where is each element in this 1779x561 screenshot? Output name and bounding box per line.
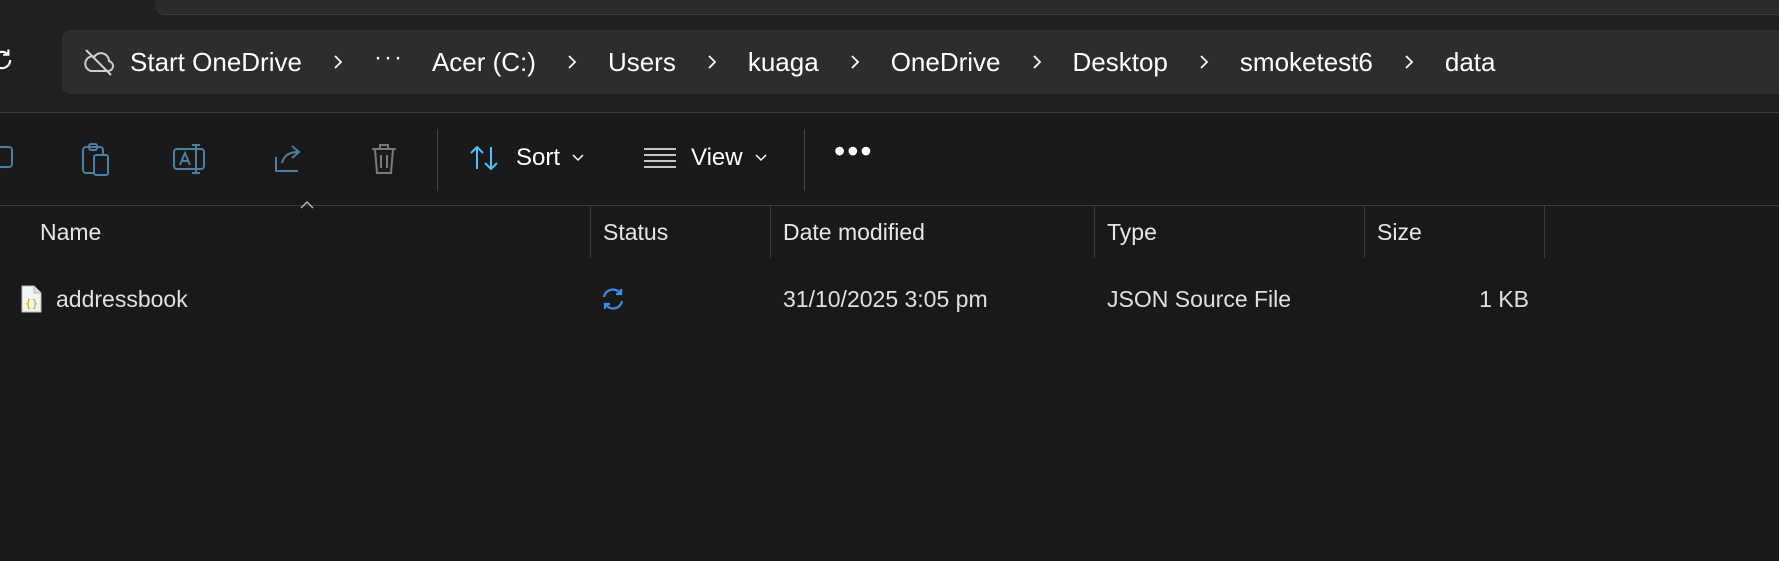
breadcrumb-label: Acer (C:) xyxy=(431,46,536,77)
column-header-row: Name Status Date modified Type Size xyxy=(0,201,1779,258)
breadcrumb-label: Users xyxy=(607,46,676,77)
svg-text:{}: {} xyxy=(25,297,38,310)
breadcrumb-item-drive[interactable]: Acer (C:) xyxy=(418,47,550,78)
file-row[interactable]: {} addressbook 31/10/2025 3:05 pm JSON S… xyxy=(0,272,1560,326)
chevron-right-icon[interactable] xyxy=(1401,54,1417,70)
breadcrumb-label: smoketest6 xyxy=(1239,46,1373,77)
column-header-name[interactable]: Name xyxy=(40,206,590,258)
column-header-label: Size xyxy=(1377,218,1422,245)
chevron-right-icon[interactable] xyxy=(330,54,346,70)
refresh-icon[interactable] xyxy=(0,46,16,74)
json-file-icon: {} xyxy=(21,285,42,313)
column-divider[interactable] xyxy=(1094,206,1095,258)
breadcrumb-item-users[interactable]: Users xyxy=(594,47,690,78)
column-header-size[interactable]: Size xyxy=(1377,206,1543,258)
view-button[interactable]: View xyxy=(643,135,767,181)
more-options-button[interactable]: ••• xyxy=(834,135,874,167)
column-header-label: Type xyxy=(1107,218,1157,245)
sync-pending-icon xyxy=(602,288,624,310)
column-header-label: Name xyxy=(40,218,102,245)
delete-icon[interactable] xyxy=(366,141,402,177)
column-header-status[interactable]: Status xyxy=(603,206,770,258)
view-label: View xyxy=(691,144,743,171)
view-list-icon xyxy=(644,148,676,168)
file-size-cell: 1 KB xyxy=(1377,272,1529,326)
toolbar-separator xyxy=(437,129,438,191)
command-bar: Sort View ••• xyxy=(0,113,1779,206)
column-header-date[interactable]: Date modified xyxy=(783,206,1093,258)
breadcrumb-item-data[interactable]: data xyxy=(1431,47,1510,78)
toolbar-separator xyxy=(804,129,805,191)
breadcrumb-item-smoketest6[interactable]: smoketest6 xyxy=(1226,47,1387,78)
column-divider[interactable] xyxy=(1544,206,1545,258)
breadcrumb-item-onedrive[interactable]: OneDrive xyxy=(877,47,1015,78)
file-type: JSON Source File xyxy=(1107,285,1292,312)
paste-icon[interactable] xyxy=(78,141,114,177)
column-header-label: Date modified xyxy=(783,218,925,245)
breadcrumb-label: kuaga xyxy=(747,46,819,77)
rename-icon[interactable] xyxy=(172,141,208,177)
file-name: addressbook xyxy=(56,285,188,312)
new-item-icon[interactable] xyxy=(0,141,22,177)
file-size: 1 KB xyxy=(1479,285,1529,312)
chevron-right-icon[interactable] xyxy=(1196,54,1212,70)
chevron-right-icon[interactable] xyxy=(564,54,580,70)
sort-button[interactable]: Sort xyxy=(468,135,584,181)
sort-icon xyxy=(470,145,498,171)
breadcrumb-item-desktop[interactable]: Desktop xyxy=(1059,47,1182,78)
chevron-down-icon xyxy=(572,154,584,162)
column-header-label: Status xyxy=(603,218,669,245)
breadcrumb-overflow[interactable]: ··· xyxy=(360,44,418,80)
address-row: Start OneDrive ··· Acer (C:) Users kuaga… xyxy=(0,16,1779,113)
file-name-cell: {} addressbook xyxy=(20,272,188,326)
chevron-down-icon xyxy=(755,154,767,162)
file-type-cell: JSON Source File xyxy=(1107,272,1291,326)
breadcrumb-onedrive-label: Start OneDrive xyxy=(130,46,302,77)
cloud-off-icon xyxy=(84,49,114,76)
column-header-type[interactable]: Type xyxy=(1107,206,1363,258)
file-status-cell xyxy=(600,272,626,326)
sort-label: Sort xyxy=(516,144,561,171)
window-tab-area xyxy=(155,0,1779,15)
chevron-right-icon[interactable] xyxy=(847,54,863,70)
breadcrumb-onedrive[interactable]: Start OneDrive xyxy=(62,47,316,78)
chevron-right-icon[interactable] xyxy=(1029,54,1045,70)
column-divider[interactable] xyxy=(590,206,591,258)
breadcrumb-label: data xyxy=(1444,46,1496,77)
address-bar[interactable]: Start OneDrive ··· Acer (C:) Users kuaga… xyxy=(62,30,1779,94)
file-date-cell: 31/10/2025 3:05 pm xyxy=(783,272,988,326)
column-divider[interactable] xyxy=(770,206,771,258)
breadcrumb-item-kuaga[interactable]: kuaga xyxy=(734,47,833,78)
title-strip xyxy=(0,0,1779,16)
share-icon[interactable] xyxy=(270,141,306,177)
chevron-right-icon[interactable] xyxy=(704,54,720,70)
breadcrumb-label: Desktop xyxy=(1072,46,1168,77)
file-date: 31/10/2025 3:05 pm xyxy=(783,285,988,312)
breadcrumb-label: OneDrive xyxy=(890,46,1001,77)
column-divider[interactable] xyxy=(1364,206,1365,258)
